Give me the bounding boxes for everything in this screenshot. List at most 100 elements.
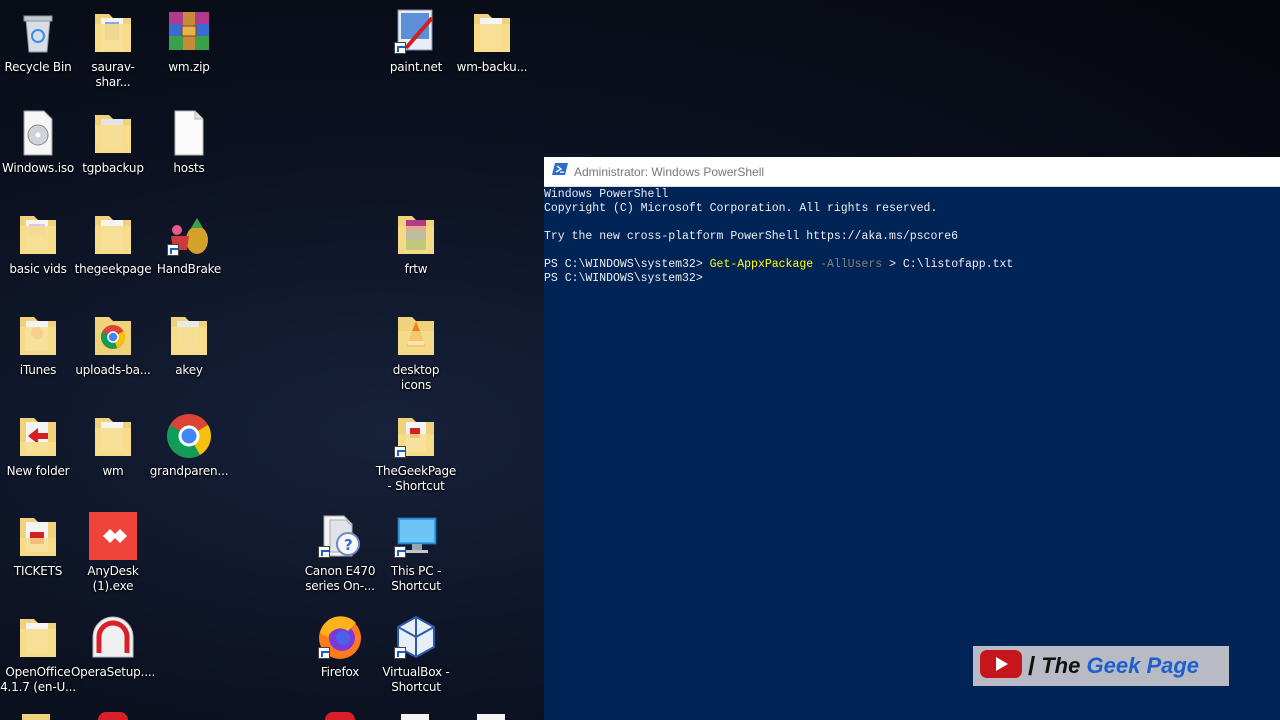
desktop-icon-this-pc[interactable]: This PC - Shortcut	[378, 512, 454, 594]
desktop-icon-thegeekpage-shortcut[interactable]: TheGeekPage - Shortcut	[376, 412, 456, 494]
desktop-icon-windows-iso[interactable]: Windows.iso	[0, 109, 76, 176]
desktop-icon-uploads-backup[interactable]: uploads-ba...	[75, 311, 151, 378]
icon-label: Canon E470 series On-...	[304, 564, 376, 593]
folder-icon	[89, 8, 137, 56]
shortcut-arrow-icon	[318, 647, 330, 659]
partial-file-icon	[401, 714, 429, 720]
watermark-logo: / The Geek Page	[973, 646, 1229, 686]
icon-label: TICKETS	[13, 564, 63, 578]
folder-icon	[14, 210, 62, 258]
desktop: Recycle Bin saurav-shar... wm.zip paint.…	[0, 0, 543, 720]
console-command: Get-AppxPackage	[709, 258, 814, 271]
folder-icon	[14, 613, 62, 661]
icon-label: desktop icons	[392, 363, 440, 392]
icon-label: VirtualBox - Shortcut	[382, 665, 450, 694]
icon-label: wm-backu...	[456, 60, 528, 74]
desktop-icon-itunes[interactable]: iTunes	[0, 311, 76, 378]
desktop-icon-anydesk[interactable]: AnyDesk (1).exe	[75, 512, 151, 594]
window-title: Administrator: Windows PowerShell	[574, 164, 765, 179]
desktop-icon-recycle-bin[interactable]: Recycle Bin	[0, 8, 76, 75]
console-line: Try the new cross-platform PowerShell ht…	[544, 230, 959, 243]
console-prompt: PS C:\WINDOWS\system32>	[544, 272, 703, 285]
folder-icon	[89, 311, 137, 359]
partial-folder-icon	[22, 714, 50, 720]
desktop-icon-canon[interactable]: ? Canon E470 series On-...	[302, 512, 378, 594]
powershell-console[interactable]: Windows PowerShell Copyright (C) Microso…	[544, 187, 1280, 286]
winrar-archive-icon	[165, 8, 213, 56]
icon-label: Recycle Bin	[4, 60, 72, 74]
chrome-icon	[165, 412, 213, 460]
desktop-icon-basic-vids[interactable]: basic vids	[0, 210, 76, 277]
desktop-icon-wm-backup[interactable]: wm-backu...	[454, 8, 530, 75]
shortcut-arrow-icon	[394, 647, 406, 659]
folder-icon	[392, 210, 440, 258]
desktop-icon-saurav-folder[interactable]: saurav-shar...	[75, 8, 151, 90]
console-parameter: -AllUsers	[813, 258, 883, 271]
watermark-the: The	[1041, 653, 1081, 678]
icon-label: paint.net	[389, 60, 443, 74]
shortcut-arrow-icon	[394, 446, 406, 458]
desktop-icon-akey[interactable]: akey	[151, 311, 227, 378]
folder-shortcut-icon	[392, 412, 440, 460]
desktop-icon-tgpbackup[interactable]: tgpbackup	[75, 109, 151, 176]
paint-net-icon	[392, 8, 440, 56]
desktop-icon-wm-zip[interactable]: wm.zip	[151, 8, 227, 75]
firefox-icon	[316, 613, 364, 661]
shortcut-arrow-icon	[394, 546, 406, 558]
partial-file-icon	[477, 714, 505, 720]
watermark-page: Page	[1146, 653, 1200, 678]
desktop-icon-new-folder[interactable]: New folder	[0, 412, 76, 479]
shortcut-arrow-icon	[167, 244, 179, 256]
disc-image-icon	[14, 109, 62, 157]
icon-label: wm	[102, 464, 124, 478]
desktop-icon-wm[interactable]: wm	[75, 412, 151, 479]
watermark-geek: Geek	[1086, 653, 1141, 678]
this-pc-icon	[392, 512, 440, 560]
powershell-icon	[552, 162, 568, 181]
icon-label: HandBrake	[156, 262, 222, 276]
icon-label: frtw	[404, 262, 428, 276]
powershell-window[interactable]: Administrator: Windows PowerShell Window…	[544, 157, 1280, 720]
watermark-slash: /	[1028, 650, 1036, 681]
icon-label: hosts	[173, 161, 205, 175]
desktop-icon-handbrake[interactable]: HandBrake	[151, 210, 227, 277]
desktop-icon-paint-net[interactable]: paint.net	[378, 8, 454, 75]
icon-label: Windows.iso	[1, 161, 75, 175]
recycle-bin-icon	[14, 8, 62, 56]
desktop-icon-hosts[interactable]: hosts	[151, 109, 227, 176]
icon-label: New folder	[6, 464, 70, 478]
icon-label: akey	[175, 363, 203, 377]
icon-label: Firefox	[320, 665, 360, 679]
handbrake-icon	[165, 210, 213, 258]
desktop-icon-thegeekpage[interactable]: thegeekpage	[74, 210, 152, 277]
icon-label: AnyDesk (1).exe	[87, 564, 139, 593]
console-prompt: PS C:\WINDOWS\system32>	[544, 258, 710, 271]
folder-icon	[14, 412, 62, 460]
desktop-icon-opera-setup[interactable]: OperaSetup....	[71, 613, 155, 680]
console-line: Windows PowerShell	[544, 188, 669, 201]
folder-icon	[165, 311, 213, 359]
icon-label: thegeekpage	[74, 262, 152, 276]
desktop-icon-frtw[interactable]: frtw	[378, 210, 454, 277]
folder-icon	[89, 412, 137, 460]
desktop-icon-virtualbox[interactable]: VirtualBox - Shortcut	[378, 613, 454, 695]
opera-setup-icon	[89, 613, 137, 661]
icon-label: basic vids	[9, 262, 67, 276]
icon-label: uploads-ba...	[75, 363, 151, 377]
svg-text:?: ?	[344, 536, 353, 554]
youtube-icon	[980, 649, 1022, 684]
desktop-icon-desktop-icons[interactable]: desktop icons	[378, 311, 454, 393]
folder-icon	[89, 210, 137, 258]
icon-label: wm.zip	[168, 60, 210, 74]
console-line: Copyright (C) Microsoft Corporation. All…	[544, 202, 938, 215]
folder-icon	[392, 311, 440, 359]
partial-app-icon	[325, 712, 355, 720]
desktop-icon-grandparents[interactable]: grandparen...	[149, 412, 229, 479]
desktop-icon-firefox[interactable]: Firefox	[302, 613, 378, 680]
powershell-titlebar[interactable]: Administrator: Windows PowerShell	[544, 157, 1280, 187]
anydesk-icon	[89, 512, 137, 560]
canon-help-icon: ?	[316, 512, 364, 560]
desktop-icon-openoffice[interactable]: OpenOffice 4.1.7 (en-U...	[0, 613, 76, 695]
icon-label: grandparen...	[149, 464, 229, 478]
desktop-icon-tickets[interactable]: TICKETS	[0, 512, 76, 579]
